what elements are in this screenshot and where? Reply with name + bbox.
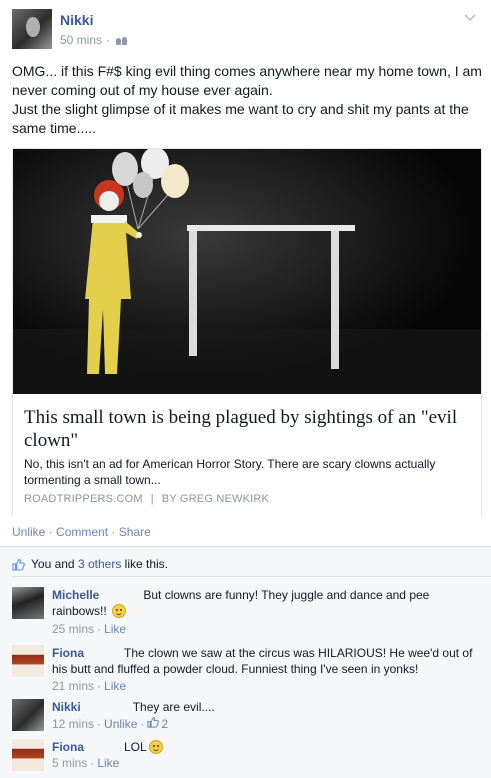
meta-separator: · — [106, 33, 111, 47]
likes-summary: You and 3 others like this. — [12, 557, 168, 571]
comment-like-link[interactable]: Like — [104, 679, 126, 693]
commenter-name[interactable]: Fiona — [52, 740, 84, 754]
comment-meta: 5 mins · Like — [52, 756, 119, 770]
commenter-name[interactable]: Fiona — [52, 646, 84, 660]
comment-meta: 25 mins · Like — [52, 622, 126, 636]
comment-like-link[interactable]: Like — [104, 622, 126, 636]
commenter-name[interactable]: Michelle — [52, 588, 99, 602]
meta-separator: · — [97, 716, 102, 731]
comment-time[interactable]: 5 mins — [52, 756, 87, 770]
post-text: OMG... if this F#$ king evil thing comes… — [12, 62, 482, 138]
comment-text: Nikki They are evil.... — [52, 699, 482, 715]
like-count-value: 2 — [161, 716, 169, 731]
link-description: No, this isn't an ad for American Horror… — [24, 457, 436, 487]
comment-like-link[interactable]: Like — [97, 756, 119, 770]
chevron-down-icon[interactable] — [463, 10, 477, 24]
meta-separator: · — [97, 622, 102, 636]
comment-body: The clown we saw at the circus was HILAR… — [52, 646, 473, 676]
comment-meta: 21 mins · Like — [52, 679, 126, 693]
comment-time[interactable]: 21 mins — [52, 679, 94, 693]
friends-icon[interactable] — [116, 36, 128, 45]
comment-body: They are evil.... — [132, 700, 215, 714]
comment-like-count[interactable]: 2 — [147, 716, 168, 731]
likes-text: You and 3 others like this. — [31, 557, 168, 571]
action-separator: · — [111, 525, 116, 539]
link-domain: ROADTRIPPERS.COM — [24, 493, 143, 505]
feed-post: Nikki 50 mins · OMG... if this F#$ king … — [0, 0, 491, 546]
link-byline: BY GREG NEWKIRK — [161, 493, 270, 505]
post-timestamp[interactable]: 50 mins — [60, 33, 102, 47]
smiley-emoji-icon — [148, 740, 163, 754]
comment-time[interactable]: 25 mins — [52, 622, 94, 636]
comment-item: Nikki They are evil.... 12 mins · Unlike … — [12, 699, 482, 733]
comment-text: Fiona LOL — [52, 739, 482, 755]
link-title[interactable]: This small town is being plagued by sigh… — [24, 406, 470, 452]
post-actions: Unlike · Comment · Share — [12, 525, 151, 539]
post-text-line: Just the slight glimpse of it makes me w… — [12, 101, 469, 136]
post-text-line: OMG... if this F#$ king evil thing comes… — [12, 63, 482, 98]
likes-prefix: You and — [31, 557, 78, 571]
commenter-avatar[interactable] — [12, 739, 44, 771]
comment-time[interactable]: 12 mins — [52, 717, 94, 731]
comment-item: Fiona LOL 5 mins · Like — [12, 739, 482, 773]
comment-item: Michelle But clowns are funny! They juggl… — [12, 587, 482, 637]
commenter-avatar[interactable] — [12, 587, 44, 619]
action-separator: · — [48, 525, 53, 539]
share-link[interactable]: Share — [119, 525, 151, 539]
unlike-link[interactable]: Unlike — [12, 525, 45, 539]
comments-section: You and 3 others like this. Michelle But … — [0, 546, 491, 778]
link-source: ROADTRIPPERS.COM | BY GREG NEWKIRK — [24, 493, 269, 505]
comment-meta: 12 mins · Unlike · 2 — [52, 716, 168, 731]
clown-photo-illustration — [13, 149, 481, 394]
comment-text: Fiona The clown we saw at the circus was … — [52, 645, 482, 677]
comment-item: Fiona The clown we saw at the circus was … — [12, 645, 482, 695]
comment-unlike-link[interactable]: Unlike — [104, 717, 137, 731]
commenter-avatar[interactable] — [12, 699, 44, 731]
comment-link[interactable]: Comment — [56, 525, 108, 539]
comment-text: Michelle But clowns are funny! They juggl… — [52, 587, 482, 619]
link-source-separator: | — [150, 493, 154, 505]
likes-others-link[interactable]: 3 others — [78, 557, 121, 571]
author-name[interactable]: Nikki — [60, 12, 93, 28]
link-preview-card[interactable]: This small town is being plagued by sigh… — [12, 148, 482, 516]
comment-body: But clowns are funny! They juggle and da… — [52, 588, 430, 618]
thumbs-up-icon — [147, 716, 160, 731]
commenter-name[interactable]: Nikki — [52, 700, 81, 714]
link-preview-image[interactable] — [13, 149, 481, 394]
meta-separator: · — [140, 716, 145, 731]
likes-suffix: like this. — [121, 557, 168, 571]
comment-body: LOL — [124, 740, 147, 754]
author-avatar[interactable] — [12, 9, 52, 49]
commenter-avatar[interactable] — [12, 645, 44, 677]
smiley-emoji-icon — [112, 604, 127, 618]
thumbs-up-icon — [12, 558, 25, 571]
meta-separator: · — [90, 756, 95, 770]
divider — [12, 576, 491, 577]
post-meta: 50 mins · — [60, 33, 128, 47]
link-preview-body[interactable]: This small town is being plagued by sigh… — [13, 394, 481, 516]
meta-separator: · — [97, 679, 102, 693]
